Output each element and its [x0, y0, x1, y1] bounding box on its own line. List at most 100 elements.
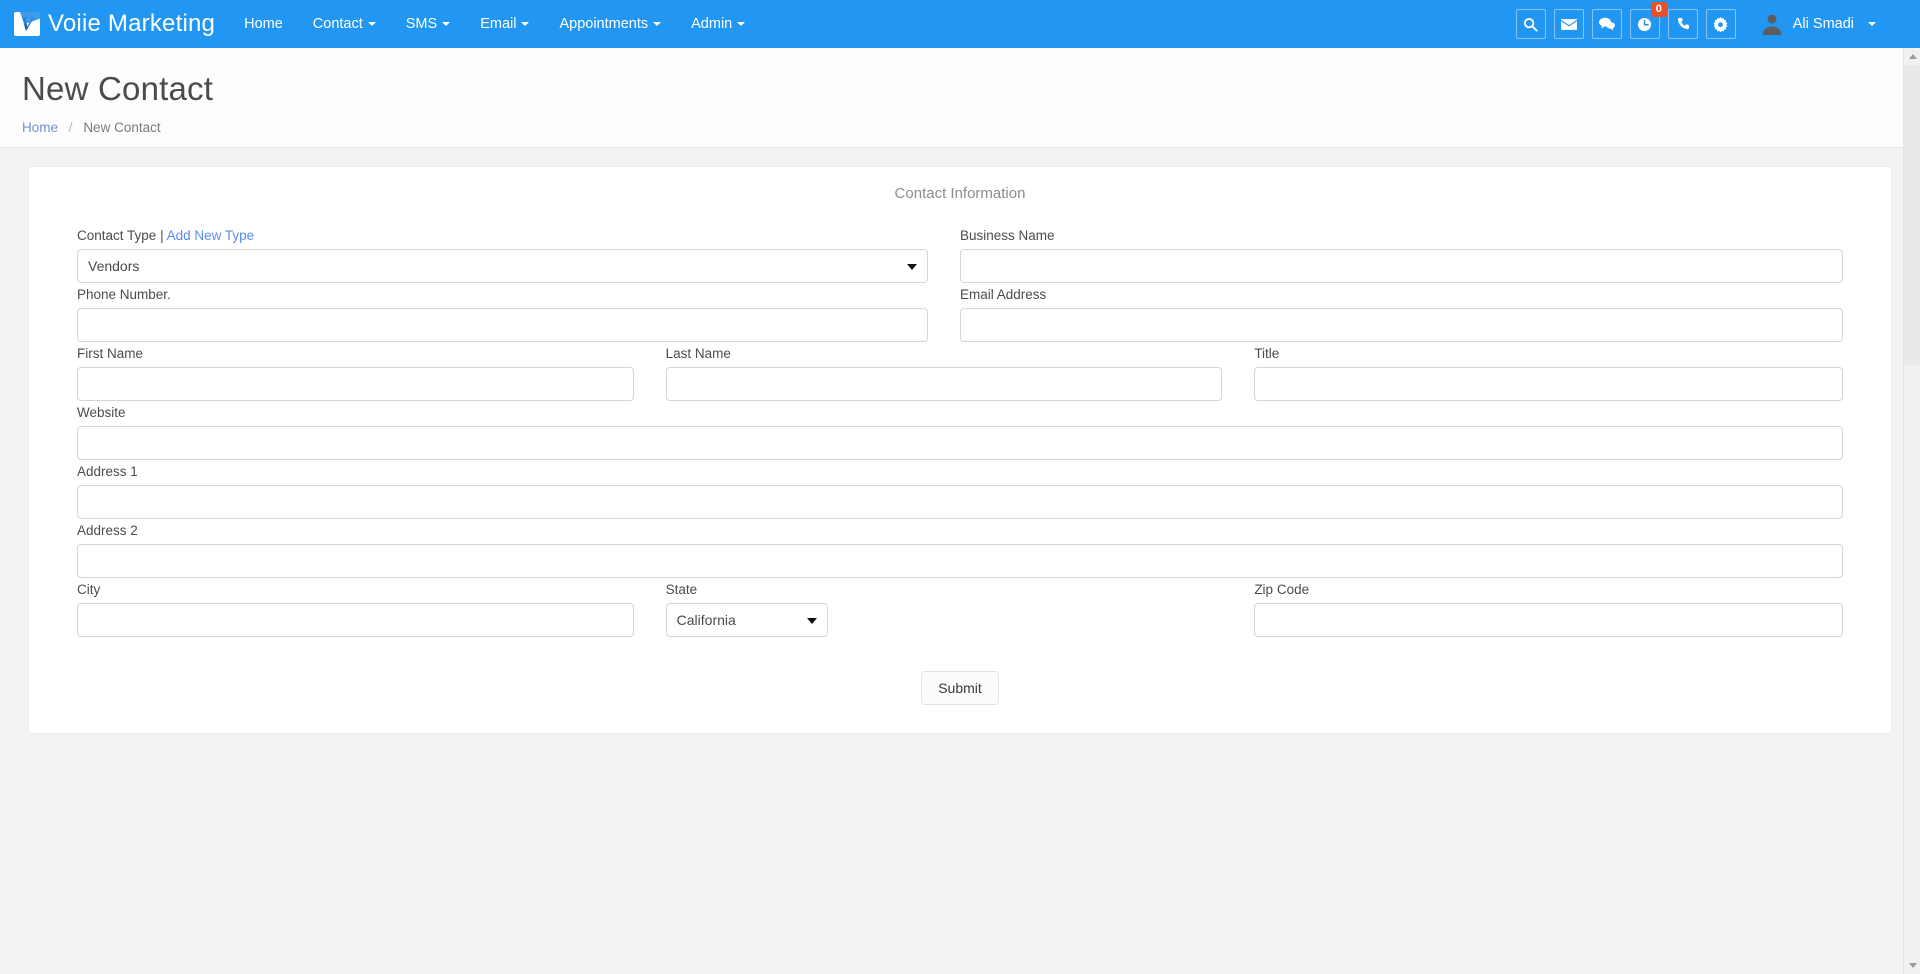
business-name-label: Business Name [960, 228, 1055, 243]
field-group-contact-type: Contact Type | Add New Type Vendors [77, 228, 960, 283]
address2-label: Address 2 [77, 523, 138, 538]
brand-name: Voiie Marketing [48, 10, 216, 37]
nav-label-contact: Contact [312, 16, 363, 32]
comments-icon[interactable] [1591, 9, 1622, 39]
contact-type-select-wrap: Vendors [77, 249, 928, 283]
field-group-address1: Address 1 [77, 464, 1843, 519]
breadcrumb-current: New Contact [83, 120, 161, 135]
navbar-actions: 0 Ali Smadi [1515, 2, 1920, 39]
add-new-type-link[interactable]: Add New Type [167, 228, 255, 243]
phone-icon[interactable] [1667, 9, 1698, 39]
form-row-website: Website [77, 405, 1843, 460]
email-address-label: Email Address [960, 287, 1047, 302]
last-name-input[interactable] [665, 367, 1223, 401]
first-name-label: First Name [77, 346, 144, 361]
address2-input[interactable] [77, 544, 1843, 578]
first-name-input[interactable] [77, 367, 634, 401]
nav-link-contact[interactable]: Contact [298, 0, 391, 48]
scroll-up-arrow-icon[interactable] [1904, 48, 1920, 65]
field-group-business-name: Business Name [960, 228, 1843, 283]
clock-icon[interactable]: 0 [1629, 2, 1667, 39]
form-row-type-business: Contact Type | Add New Type Vendors Busi… [77, 228, 1843, 283]
field-group-website: Website [77, 405, 1843, 460]
notification-badge: 0 [1650, 2, 1667, 17]
envelope-icon[interactable] [1553, 9, 1584, 39]
nav-item-contact[interactable]: Contact [298, 0, 391, 48]
field-group-phone-number: Phone Number. [77, 287, 960, 342]
contact-type-label-text: Contact Type [77, 228, 157, 243]
nav-link-appointments[interactable]: Appointments [544, 0, 676, 48]
breadcrumb: Home / New Contact [22, 120, 1920, 135]
field-group-address2: Address 2 [77, 523, 1843, 578]
voiie-v-logo-icon: V [14, 12, 40, 36]
field-group-zip-code: Zip Code [1254, 582, 1843, 637]
nav-link-sms[interactable]: SMS [391, 0, 465, 48]
nav-label-appointments: Appointments [559, 16, 649, 32]
nav-item-admin[interactable]: Admin [676, 0, 760, 48]
scrollbar-thumb[interactable] [1904, 65, 1920, 365]
nav-link-email[interactable]: Email [465, 0, 544, 48]
city-input[interactable] [77, 603, 634, 637]
submit-button[interactable]: Submit [921, 671, 999, 705]
title-input[interactable] [1254, 367, 1843, 401]
breadcrumb-home-link[interactable]: Home [22, 120, 58, 135]
field-group-email-address: Email Address [960, 287, 1843, 342]
brand-logo-link[interactable]: V Voiie Marketing [8, 10, 229, 38]
title-label: Title [1254, 346, 1280, 361]
form-row-phone-email: Phone Number. Email Address [77, 287, 1843, 342]
submit-row: Submit [77, 671, 1843, 705]
form-row-address1: Address 1 [77, 464, 1843, 519]
field-group-city: City [77, 582, 666, 637]
chevron-down-icon [737, 22, 746, 26]
nav-link-admin[interactable]: Admin [676, 0, 760, 48]
page-scrollbar[interactable] [1903, 48, 1920, 974]
nav-item-home[interactable]: Home [229, 0, 298, 48]
gear-icon[interactable] [1705, 9, 1736, 39]
content-wrapper: Contact Information Contact Type | Add N… [0, 148, 1920, 734]
chevron-down-icon [367, 22, 376, 26]
field-group-state: State California [665, 582, 1255, 637]
nav-item-sms[interactable]: SMS [391, 0, 465, 48]
phone-number-input[interactable] [77, 308, 928, 342]
chevron-down-icon [653, 22, 662, 26]
chevron-down-icon [521, 22, 530, 26]
user-avatar-icon [1762, 14, 1782, 35]
nav-item-appointments[interactable]: Appointments [544, 0, 676, 48]
email-address-input[interactable] [960, 308, 1843, 342]
nav-label-home: Home [244, 16, 283, 32]
breadcrumb-separator: / [68, 120, 73, 135]
nav-label-sms: SMS [405, 16, 438, 32]
top-navigation-bar: V Voiie Marketing Home Contact SMS Email [0, 0, 1920, 48]
page-title: New Contact [22, 70, 214, 107]
field-group-last-name: Last Name [665, 346, 1255, 401]
nav-item-email[interactable]: Email [465, 0, 544, 48]
user-menu[interactable]: Ali Smadi [1760, 12, 1876, 36]
chevron-down-icon [442, 22, 451, 26]
scroll-down-arrow-icon[interactable] [1904, 957, 1920, 974]
user-name-label: Ali Smadi [1792, 16, 1854, 32]
website-input[interactable] [77, 426, 1843, 460]
contact-information-card: Contact Information Contact Type | Add N… [28, 166, 1892, 734]
contact-type-label: Contact Type | Add New Type [77, 228, 928, 243]
nav-link-home[interactable]: Home [229, 0, 298, 48]
zip-code-label: Zip Code [1254, 582, 1310, 597]
state-select-wrap: California [665, 603, 828, 637]
state-label: State [665, 582, 698, 597]
field-group-title: Title [1254, 346, 1843, 401]
contact-type-select[interactable]: Vendors [77, 249, 928, 283]
form-row-city-state-zip: City State California Zip Code [77, 582, 1843, 637]
state-select[interactable]: California [665, 603, 828, 637]
last-name-label: Last Name [665, 346, 731, 361]
business-name-input[interactable] [960, 249, 1843, 283]
website-label: Website [77, 405, 126, 420]
zip-code-input[interactable] [1254, 603, 1843, 637]
nav-label-email: Email [480, 16, 517, 32]
chevron-down-icon [1868, 22, 1876, 26]
page-header: New Contact Home / New Contact [0, 48, 1920, 148]
search-icon[interactable] [1515, 9, 1546, 39]
phone-number-label: Phone Number. [77, 287, 171, 302]
label-pipe: | [160, 228, 164, 243]
card-title: Contact Information [894, 185, 1026, 202]
address1-input[interactable] [77, 485, 1843, 519]
form-row-address2: Address 2 [77, 523, 1843, 578]
